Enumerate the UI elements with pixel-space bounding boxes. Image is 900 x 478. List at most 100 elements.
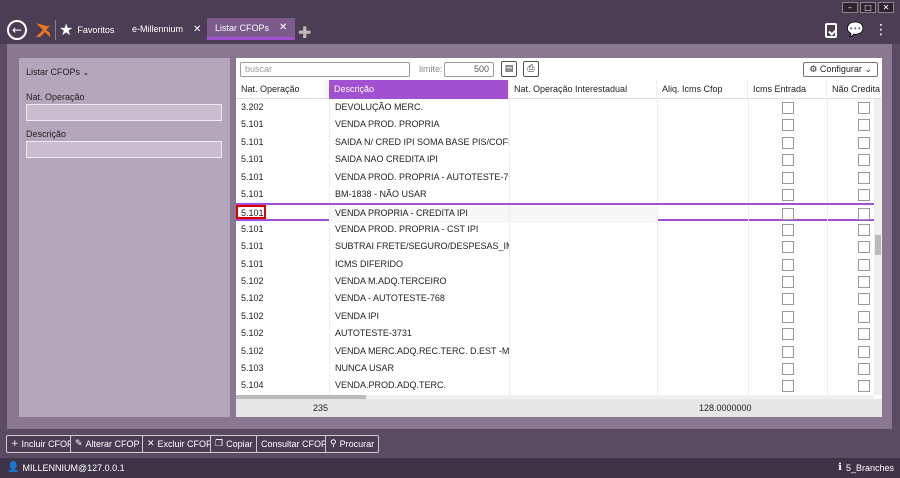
vertical-scroll-thumb[interactable] xyxy=(875,235,881,255)
cell-descricao: VENDA MERC.ADQ.REC.TERC. D.EST -MILL404 xyxy=(329,342,509,360)
close-tab-icon[interactable]: ✕ xyxy=(193,24,201,35)
icms-entrada-checkbox[interactable] xyxy=(782,119,794,132)
back-arrow-icon[interactable]: ← xyxy=(7,20,27,40)
icms-entrada-checkbox[interactable] xyxy=(782,380,794,393)
cell-nao-credita xyxy=(827,99,874,117)
icms-entrada-checkbox[interactable] xyxy=(782,328,794,341)
icms-entrada-checkbox[interactable] xyxy=(782,189,794,201)
table-row[interactable]: 5.101 SUBTRAI FRETE/SEGURO/DESPESAS_IMPOS… xyxy=(236,238,874,256)
table-row[interactable]: 5.102 AUTOTESTE-3731 xyxy=(236,325,874,343)
column-header-nat-operacao[interactable]: Nat. Operação xyxy=(236,80,327,99)
nao-credita-checkbox[interactable] xyxy=(858,154,870,167)
consultar-cfop-button[interactable]: Consultar CFOP xyxy=(256,435,333,453)
add-tab-icon[interactable]: ✚ xyxy=(298,23,311,42)
cell-icms-entrada xyxy=(748,151,827,169)
close-window-icon[interactable]: ✕ xyxy=(878,2,894,13)
icms-entrada-checkbox[interactable] xyxy=(782,293,794,306)
copiar-button[interactable]: ❐ Copiar xyxy=(210,435,258,453)
icms-entrada-checkbox[interactable] xyxy=(782,136,794,149)
nao-credita-checkbox[interactable] xyxy=(858,293,870,306)
table-row[interactable]: 5.101 VENDA PROD. PROPRIA xyxy=(236,116,874,134)
column-header-interestadual[interactable]: Nat. Operação Interestadual xyxy=(509,80,657,99)
configure-button[interactable]: ⚙ Configurar ⌄ xyxy=(803,62,878,77)
nat-operacao-field[interactable] xyxy=(26,104,222,121)
table-row[interactable]: 5.101 ICMS DIFERIDO xyxy=(236,255,874,273)
table-row[interactable]: 3.202 DEVOLUÇÃO MERC. xyxy=(236,99,874,117)
nao-credita-checkbox[interactable] xyxy=(858,208,870,221)
clipboard-check-icon[interactable] xyxy=(824,22,837,38)
icms-entrada-checkbox[interactable] xyxy=(782,258,794,271)
cell-nat-operacao: 5.102 xyxy=(241,276,264,286)
tab-e-millennium[interactable]: e-Millennium ✕ xyxy=(124,18,209,40)
icms-entrada-checkbox[interactable] xyxy=(782,208,794,221)
cell-nat-operacao: 5.102 xyxy=(241,310,264,321)
icms-entrada-checkbox[interactable] xyxy=(782,241,794,254)
more-vertical-icon[interactable]: ⋮ xyxy=(874,22,888,38)
table-footer: 235 128.0000000 xyxy=(236,399,882,417)
minimize-icon[interactable]: – xyxy=(842,2,858,13)
table-row[interactable]: 5.102 VENDA M.ADQ.TERCEIRO xyxy=(236,273,874,291)
nao-credita-checkbox[interactable] xyxy=(858,171,870,184)
vertical-scrollbar[interactable] xyxy=(874,99,882,395)
alterar-cfop-button[interactable]: ✎ Alterar CFOP xyxy=(70,435,145,453)
icms-entrada-checkbox[interactable] xyxy=(782,363,794,375)
table-row[interactable]: 5.101 VENDA PROD. PROPRIA - AUTOTESTE-768 xyxy=(236,168,874,186)
favorites-button[interactable]: ★ Favoritos xyxy=(59,22,114,38)
nao-credita-checkbox[interactable] xyxy=(858,380,870,393)
table-row[interactable]: 5.101 VENDA PROPRIA - CREDITA IPI xyxy=(236,203,874,223)
tab-label: Listar CFOPs xyxy=(215,22,270,33)
table-row[interactable]: 5.104 VENDA.PROD.ADQ.TERC. xyxy=(236,377,874,395)
table-row[interactable]: 5.101 SAIDA NAO CREDITA IPI xyxy=(236,151,874,169)
filter-panel-title[interactable]: Listar CFOPs ⌄ xyxy=(26,67,89,77)
nao-credita-checkbox[interactable] xyxy=(858,223,870,236)
icms-entrada-checkbox[interactable] xyxy=(782,310,794,323)
incluir-cfop-button[interactable]: + Incluir CFOP xyxy=(6,435,79,453)
excluir-cfop-button[interactable]: ✕ Excluir CFOP xyxy=(142,435,218,453)
maximize-icon[interactable]: □ xyxy=(860,2,876,13)
nao-credita-checkbox[interactable] xyxy=(858,258,870,271)
column-header-descricao[interactable]: Descrição xyxy=(329,80,509,99)
cell-interestadual xyxy=(509,220,657,239)
icms-entrada-checkbox[interactable] xyxy=(782,154,794,167)
table-row[interactable]: 5.103 NUNCA USAR xyxy=(236,360,874,378)
icms-entrada-checkbox[interactable] xyxy=(782,171,794,184)
nao-credita-checkbox[interactable] xyxy=(858,328,870,341)
limit-input[interactable]: 500 xyxy=(444,62,494,77)
icms-entrada-checkbox[interactable] xyxy=(782,345,794,358)
nao-credita-checkbox[interactable] xyxy=(858,189,870,201)
table-row[interactable]: 5.101 VENDA PROD. PROPRIA - CST IPI xyxy=(236,220,874,239)
table-row[interactable]: 5.102 VENDA - AUTOTESTE-768 xyxy=(236,290,874,308)
column-header-aliq-icms[interactable]: Aliq. Icms Cfop xyxy=(657,80,748,99)
procurar-button[interactable]: ⚲ Procurar xyxy=(325,435,380,453)
search-input[interactable]: buscar xyxy=(240,62,410,77)
app-logo-icon[interactable] xyxy=(34,20,52,40)
nao-credita-checkbox[interactable] xyxy=(858,310,870,323)
column-header-icms-entrada[interactable]: Icms Entrada xyxy=(748,80,827,99)
export-icon[interactable]: ▤ xyxy=(501,61,517,77)
table-row[interactable]: 5.101 BM-1838 - NÃO USAR xyxy=(236,186,874,204)
icms-entrada-checkbox[interactable] xyxy=(782,102,794,114)
nao-credita-checkbox[interactable] xyxy=(858,276,870,288)
nao-credita-checkbox[interactable] xyxy=(858,119,870,132)
nao-credita-checkbox[interactable] xyxy=(858,241,870,254)
tab-listar-cfops[interactable]: Listar CFOPs ✕ xyxy=(207,18,296,40)
close-tab-icon[interactable]: ✕ xyxy=(279,22,287,33)
cell-nat-operacao: 5.101 xyxy=(241,154,264,165)
nao-credita-checkbox[interactable] xyxy=(858,363,870,375)
descricao-field[interactable] xyxy=(26,141,222,158)
icms-entrada-checkbox[interactable] xyxy=(782,223,794,236)
table-row[interactable]: 5.101 SAIDA N/ CRED IPI SOMA BASE PIS/COF… xyxy=(236,133,874,152)
print-icon[interactable]: ⎙ xyxy=(523,61,539,77)
chat-icon[interactable]: 💬 xyxy=(847,22,864,38)
cell-nao-credita xyxy=(827,325,874,343)
icms-entrada-checkbox[interactable] xyxy=(782,276,794,288)
table-row[interactable]: 5.102 VENDA IPI xyxy=(236,307,874,326)
nao-credita-checkbox[interactable] xyxy=(858,345,870,358)
nao-credita-checkbox[interactable] xyxy=(858,136,870,149)
cell-icms-entrada xyxy=(748,290,827,308)
limit-label: limite: xyxy=(419,64,443,74)
nao-credita-checkbox[interactable] xyxy=(858,102,870,114)
table-row[interactable]: 5.102 VENDA MERC.ADQ.REC.TERC. D.EST -MIL… xyxy=(236,342,874,360)
branch-indicator[interactable]: ℹ 5_Branches xyxy=(838,462,894,473)
column-header-nao-credita[interactable]: Não Credita xyxy=(827,80,882,99)
